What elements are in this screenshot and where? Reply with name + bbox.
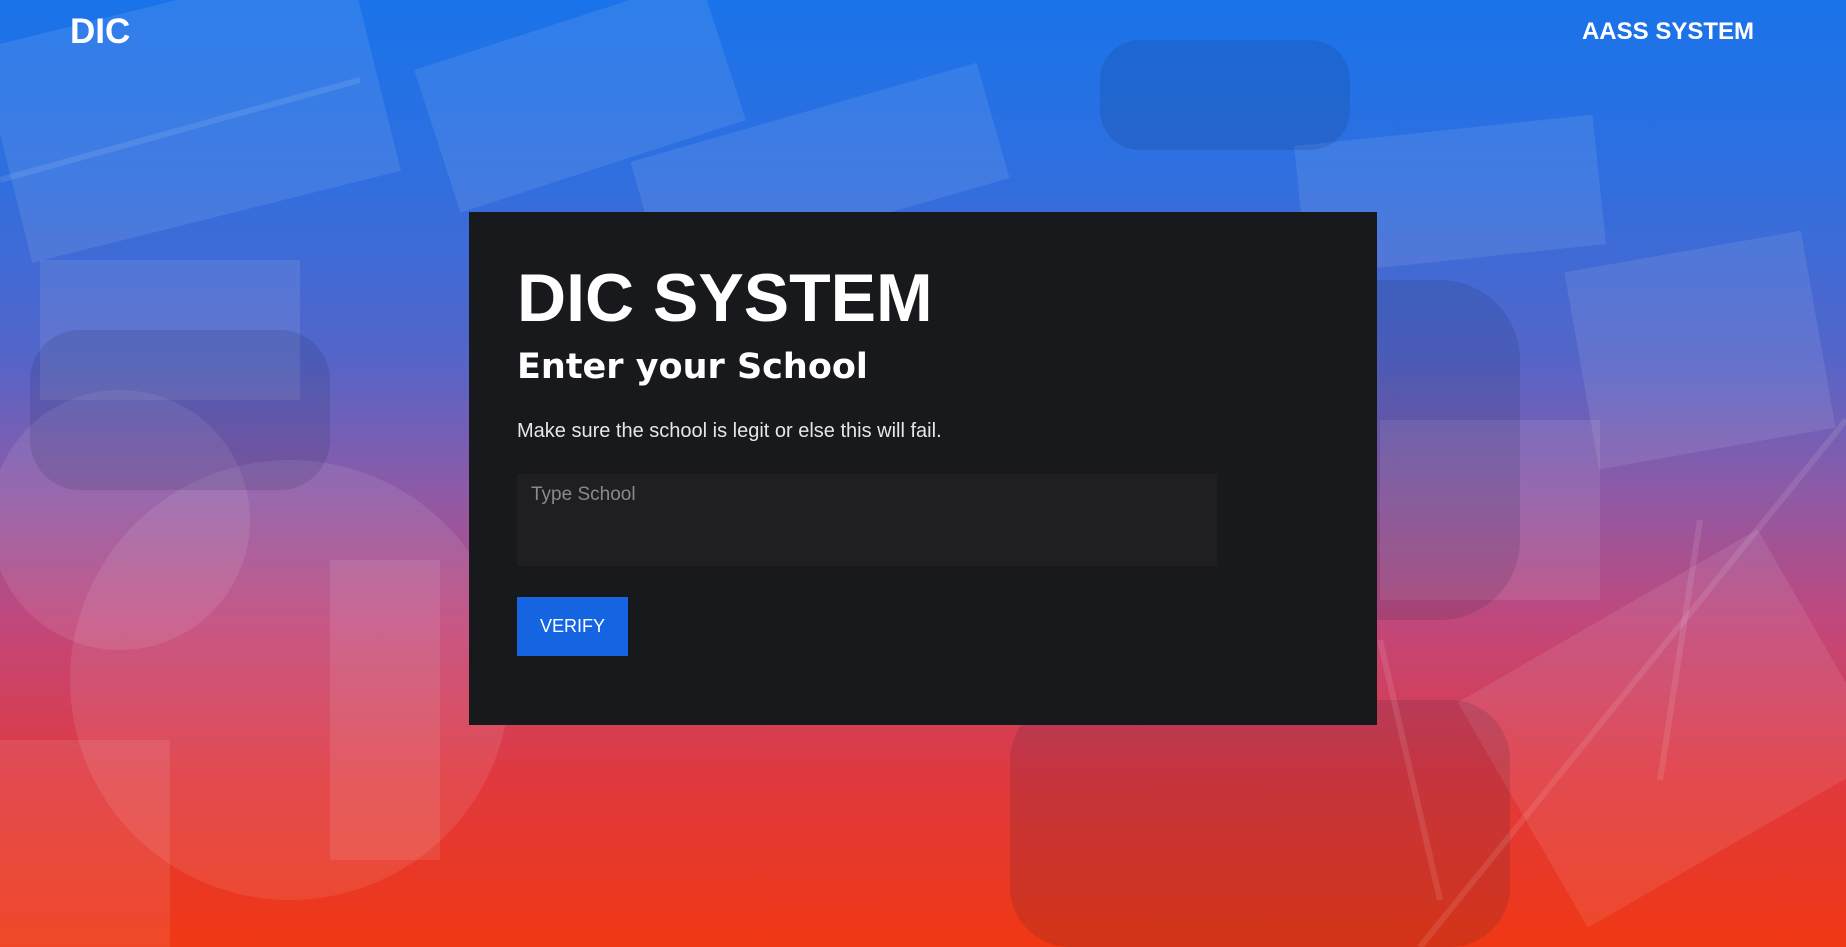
page-title: DIC SYSTEM [517,260,933,336]
brand-logo-link[interactable]: DIC [70,12,130,52]
school-verification-card: DIC SYSTEM Enter your School Make sure t… [469,212,1377,725]
school-input[interactable] [517,474,1217,566]
nav-link-aass-system[interactable]: AASS SYSTEM [1582,18,1754,46]
top-navigation-bar: DIC AASS SYSTEM [0,0,1846,62]
verify-button[interactable]: VERIFY [517,597,628,656]
form-subtitle: Enter your School [517,347,868,387]
form-description: Make sure the school is legit or else th… [517,420,942,442]
